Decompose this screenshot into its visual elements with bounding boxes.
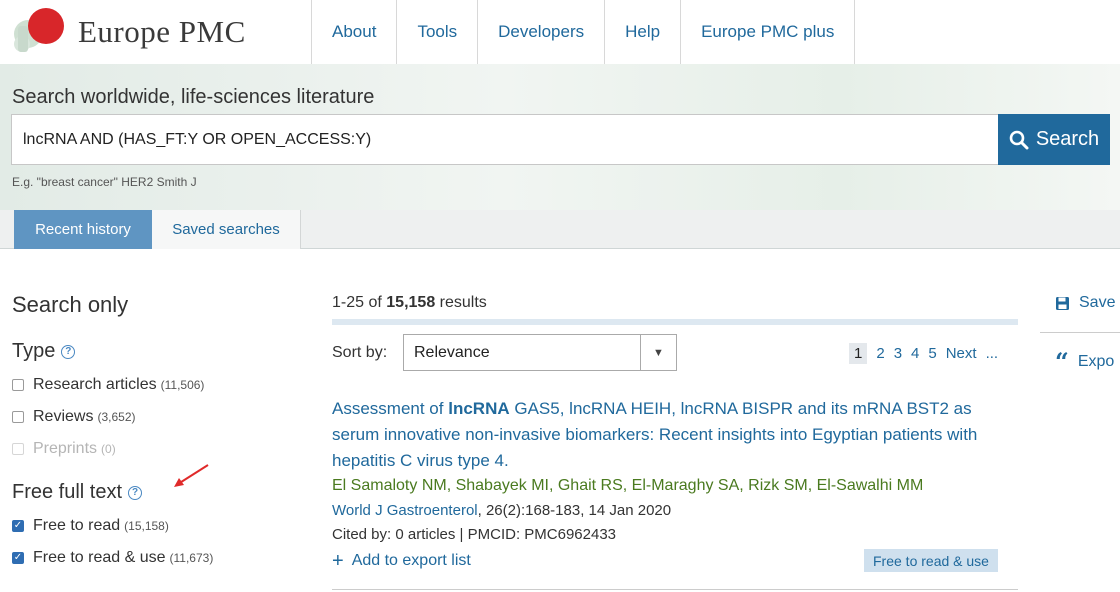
type-facet-heading: Type ?	[12, 340, 76, 363]
citation-details: , 26(2):168-183, 14 Jan 2020	[477, 502, 672, 519]
add-to-export-label: Add to export list	[351, 552, 471, 569]
result-title-link[interactable]: Assessment of lncRNA GAS5, lncRNA HEIH, …	[332, 396, 1022, 474]
facet-label: Research articles	[33, 376, 157, 393]
nav-about[interactable]: About	[311, 0, 396, 64]
pagination: 1 2 3 4 5 Next ...	[849, 343, 998, 364]
facet-free-to-read-and-use[interactable]: ✓ Free to read & use (11,673)	[12, 549, 213, 567]
plus-icon: +	[332, 550, 344, 572]
facet-free-to-read[interactable]: ✓ Free to read (15,158)	[12, 517, 169, 535]
nav-tools[interactable]: Tools	[396, 0, 477, 64]
facet-label: Reviews	[33, 408, 94, 425]
checkbox[interactable]	[12, 411, 24, 423]
result-cited-by: Cited by: 0 articles | PMCID: PMC6962433	[332, 526, 617, 543]
tab-recent-history[interactable]: Recent history	[14, 210, 152, 249]
more-pages-ellipsis[interactable]: ...	[986, 345, 999, 362]
page-1[interactable]: 1	[849, 343, 868, 364]
page-3[interactable]: 3	[894, 345, 902, 362]
add-to-export-button[interactable]: + Add to export list	[332, 551, 471, 571]
facet-research-articles[interactable]: Research articles (11,506)	[12, 376, 204, 394]
title-highlight: lncRNA	[448, 399, 510, 418]
right-divider	[1040, 332, 1120, 333]
checkbox-checked[interactable]: ✓	[12, 520, 24, 532]
results-word: results	[439, 294, 487, 311]
export-label: Expo	[1077, 353, 1115, 370]
save-label: Save	[1079, 294, 1116, 311]
quote-icon: “	[1055, 347, 1069, 376]
type-heading-label: Type	[12, 340, 56, 362]
next-page-link[interactable]: Next	[946, 345, 977, 362]
export-citation-button[interactable]: “ Expo	[1055, 347, 1115, 376]
result-authors: El Samaloty NM, Shabayek MI, Ghait RS, E…	[332, 477, 924, 494]
search-panel: Search worldwide, life-sciences literatu…	[0, 64, 1120, 210]
facet-count: (15,158)	[124, 519, 169, 533]
facet-count: (11,506)	[160, 378, 205, 392]
title-prefix: Assessment of	[332, 399, 444, 418]
facet-label: Free to read	[33, 517, 121, 534]
checkbox[interactable]	[12, 379, 24, 391]
journal-link[interactable]: World J Gastroenterol	[332, 502, 478, 519]
help-icon[interactable]: ?	[61, 344, 76, 359]
free-full-text-heading: Free full text ?	[12, 481, 143, 504]
search-input[interactable]	[11, 114, 999, 165]
checkbox	[12, 443, 24, 455]
license-badge: Free to read & use	[864, 549, 998, 572]
search-example-hint: E.g. "breast cancer" HER2 Smith J	[12, 175, 197, 189]
tab-saved-searches[interactable]: Saved searches	[152, 210, 301, 249]
nav-europe-pmc-plus[interactable]: Europe PMC plus	[680, 0, 856, 64]
help-icon[interactable]: ?	[128, 485, 143, 500]
search-icon	[1009, 130, 1029, 149]
nav-developers[interactable]: Developers	[477, 0, 604, 64]
facet-label: Free to read & use	[33, 549, 166, 566]
europe-pmc-logo-icon[interactable]	[10, 4, 70, 62]
results-of: of	[368, 294, 382, 311]
facet-count: (11,673)	[169, 551, 214, 565]
page-4[interactable]: 4	[911, 345, 919, 362]
facet-reviews[interactable]: Reviews (3,652)	[12, 408, 136, 426]
results-count: 1-25 of 15,158 results	[332, 294, 487, 312]
history-tabs: Recent history Saved searches	[0, 210, 1120, 249]
page-5[interactable]: 5	[928, 345, 936, 362]
sort-label: Sort by:	[332, 344, 388, 361]
facet-preprints: Preprints (0)	[12, 440, 116, 458]
facet-count: (3,652)	[97, 410, 136, 424]
chevron-down-icon[interactable]: ▼	[640, 335, 676, 370]
save-search-button[interactable]: Save	[1055, 294, 1115, 312]
checkbox-checked[interactable]: ✓	[12, 552, 24, 564]
search-button-label: Search	[1035, 128, 1100, 150]
results-divider	[332, 319, 1018, 325]
sort-value: Relevance	[414, 344, 490, 361]
results-total: 15,158	[386, 294, 436, 311]
sort-dropdown[interactable]: Relevance ▼	[403, 334, 677, 371]
facet-count: (0)	[101, 442, 116, 456]
site-logo-text[interactable]: Europe PMC	[78, 14, 246, 50]
facet-label: Preprints	[33, 440, 98, 457]
site-header: Europe PMC About Tools Developers Help E…	[0, 0, 1120, 64]
save-icon	[1056, 296, 1069, 310]
results-range: 1-25	[332, 294, 365, 311]
free-full-text-label: Free full text	[12, 481, 123, 503]
page-2[interactable]: 2	[876, 345, 884, 362]
search-button[interactable]: Search	[998, 114, 1110, 165]
result-divider	[332, 589, 1018, 590]
main-nav: About Tools Developers Help Europe PMC p…	[311, 0, 856, 64]
nav-help[interactable]: Help	[604, 0, 680, 64]
sidebar-title: Search only	[12, 292, 129, 317]
red-arrow-annotation-icon	[174, 464, 209, 487]
search-heading: Search worldwide, life-sciences literatu…	[12, 86, 375, 108]
result-citation: World J Gastroenterol, 26(2):168-183, 14…	[332, 502, 671, 519]
